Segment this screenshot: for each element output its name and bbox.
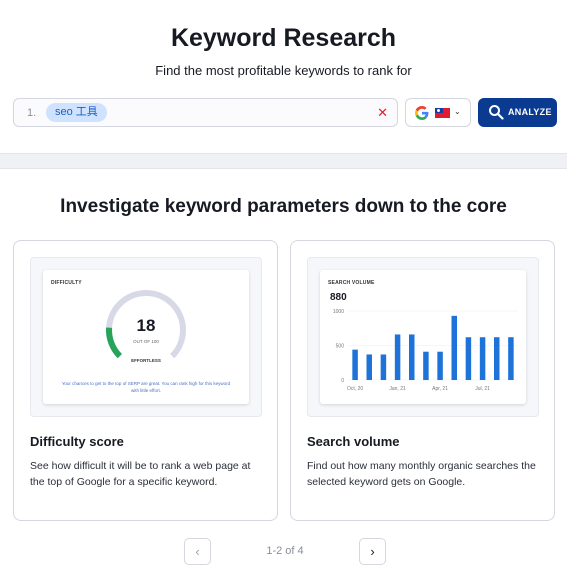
difficulty-scale: OUT OF 100 — [133, 339, 159, 344]
bar — [451, 315, 457, 380]
taiwan-flag-icon — [435, 108, 450, 118]
difficulty-widget: DIFFICULTY 18 OUT OF 100 EFFORTLESS Your… — [43, 270, 249, 404]
card-description: See how difficult it will be to rank a w… — [30, 460, 251, 488]
search-header: Keyword Research Find the most profitabl… — [0, 0, 567, 153]
bar — [352, 349, 358, 380]
page-subtitle: Find the most profitable keywords to ran… — [155, 63, 412, 78]
x-tick-label: Jan, 21 — [389, 386, 406, 392]
section-divider — [0, 153, 567, 169]
prev-page-button[interactable]: ‹ — [184, 538, 211, 565]
x-tick-label: Oct, 20 — [347, 386, 363, 392]
y-tick-label: 500 — [336, 343, 345, 349]
google-icon — [415, 106, 429, 120]
bar — [508, 337, 514, 380]
card-title: Search volume — [307, 434, 400, 449]
bar — [409, 334, 415, 380]
close-icon[interactable]: ✕ — [377, 105, 388, 121]
search-volume-preview: SEARCH VOLUME 880 0 500 1000 Oct, 20 Jan, 21… — [307, 257, 539, 417]
difficulty-tag: EFFORTLESS — [131, 358, 161, 363]
y-tick-label: 0 — [341, 378, 344, 384]
section-title: Investigate keyword parameters down to t… — [60, 196, 507, 217]
analyze-button[interactable]: ANALYZE — [478, 98, 557, 127]
search-volume-chart: 0 500 1000 Oct, 20 Jan, 21 Apr, 21 Jul, 21 — [333, 309, 518, 392]
search-volume-widget: SEARCH VOLUME 880 0 500 1000 Oct, 20 Jan, 21… — [320, 270, 526, 404]
x-tick-label: Jul, 21 — [475, 386, 490, 392]
next-page-button[interactable]: › — [359, 538, 386, 565]
card-title: Difficulty score — [30, 434, 124, 449]
page-info: 1-2 of 4 — [266, 545, 304, 557]
x-tick-label: Apr, 21 — [432, 386, 448, 392]
keyword-chip[interactable]: seo 工具 — [46, 103, 107, 122]
bar — [394, 334, 401, 380]
keyword-index: 1. — [27, 107, 37, 119]
analyze-label: ANALYZE — [508, 107, 552, 117]
keyword-input[interactable]: 1. seo 工具 ✕ — [13, 98, 398, 127]
pagination: ‹ 1-2 of 4 › — [0, 538, 567, 566]
difficulty-card: DIFFICULTY 18 OUT OF 100 EFFORTLESS Your… — [13, 240, 278, 521]
bar — [437, 351, 443, 380]
difficulty-label: DIFFICULTY — [51, 280, 82, 286]
search-icon — [489, 105, 504, 120]
search-engine-select[interactable]: ⌄ — [405, 98, 471, 127]
chevron-down-icon: ⌄ — [454, 107, 461, 116]
card-description: Find out how many monthly organic search… — [307, 460, 536, 488]
bar — [423, 351, 429, 380]
search-volume-card: SEARCH VOLUME 880 0 500 1000 Oct, 20 Jan, 21… — [290, 240, 555, 521]
page-title: Keyword Research — [170, 24, 397, 52]
bar — [380, 354, 387, 380]
bar — [494, 337, 500, 380]
difficulty-footnote: Your chances to get to the top of SERP a… — [61, 381, 231, 393]
difficulty-preview: DIFFICULTY 18 OUT OF 100 EFFORTLESS Your… — [30, 257, 262, 417]
bar — [366, 354, 372, 380]
y-tick-label: 1000 — [333, 309, 344, 315]
bar — [465, 337, 472, 380]
bar — [479, 337, 486, 380]
difficulty-value: 18 — [136, 316, 156, 335]
